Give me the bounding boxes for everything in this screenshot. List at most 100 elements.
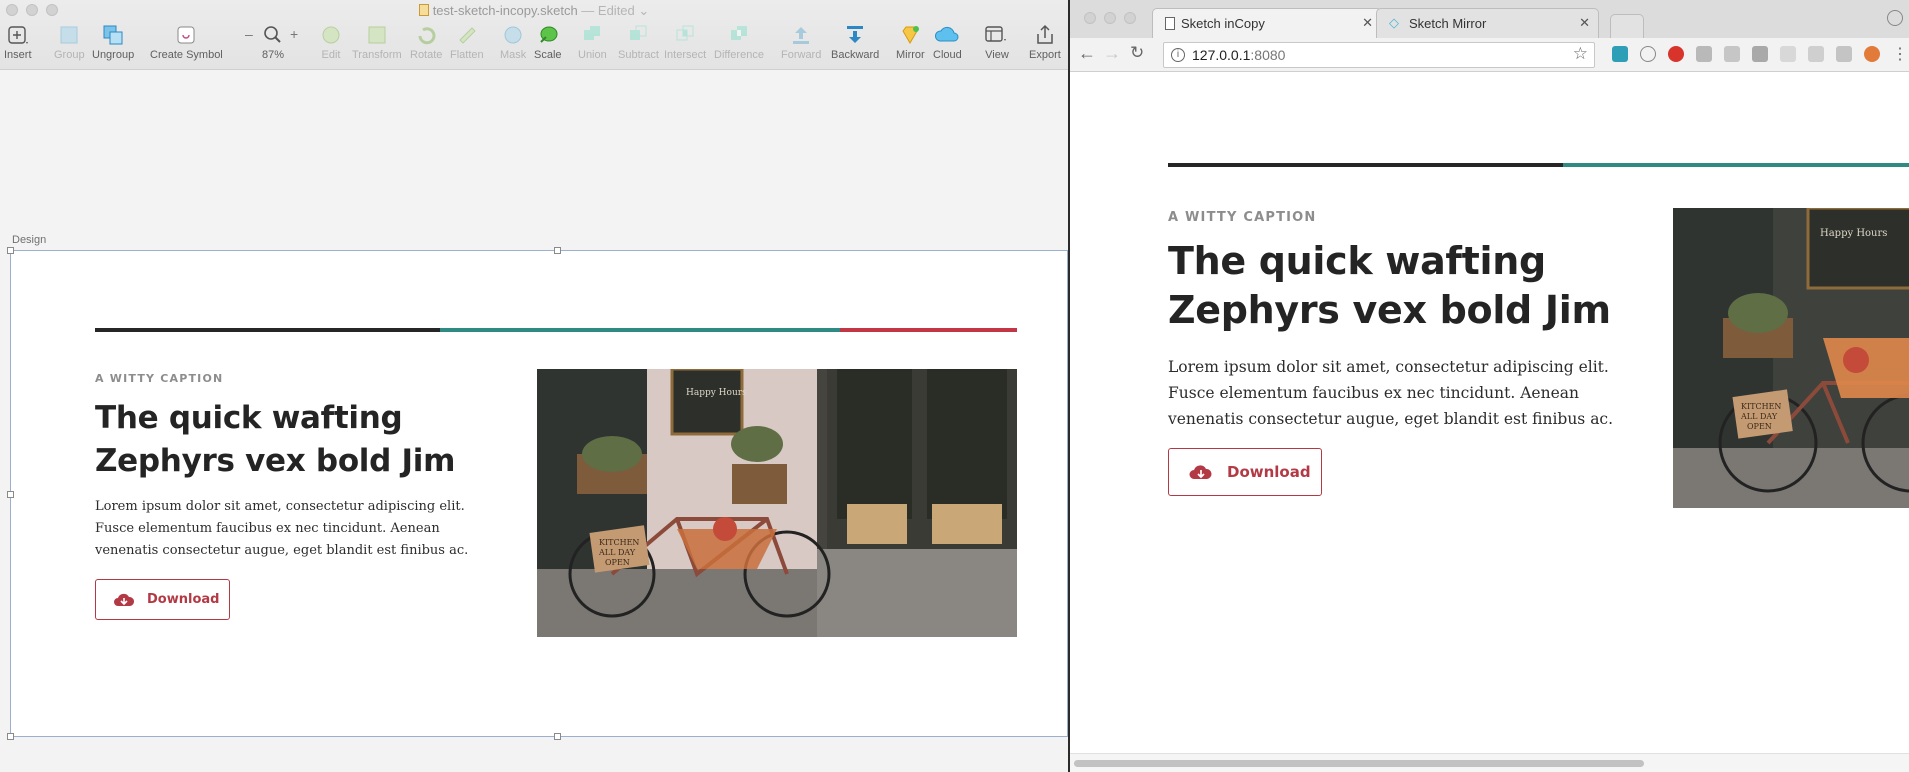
extension-camera-icon[interactable] (1696, 46, 1712, 62)
page-viewport: A WITTY CAPTION The quick wafting Zephyr… (1070, 73, 1909, 753)
tab-label: Sketch Mirror (1409, 16, 1487, 31)
forward-icon[interactable]: → (1103, 43, 1121, 64)
mask-icon (500, 22, 526, 48)
download-button[interactable]: Download (1168, 448, 1322, 496)
scale-button[interactable]: Scale (534, 22, 562, 61)
backward-button[interactable]: Backward (831, 22, 879, 61)
minimize-window-button[interactable] (1104, 12, 1116, 24)
extension-window-icon[interactable] (1836, 46, 1852, 62)
intersect-button[interactable]: Intersect (664, 22, 706, 61)
chevron-down-icon[interactable]: ⌄ (638, 3, 649, 18)
rule-teal (440, 328, 840, 332)
view-icon (984, 22, 1010, 48)
artboard[interactable]: A WITTY CAPTION The quick wafting Zephyr… (7, 247, 1068, 740)
photo-sign-text: ALL DAY (1740, 412, 1778, 421)
rule-dark (1168, 163, 1563, 167)
resize-handle[interactable] (7, 733, 14, 740)
headline-line: Zephyrs vex bold Jim (1168, 288, 1611, 332)
extension-close-icon[interactable] (1864, 46, 1880, 62)
edit-button[interactable]: Edit (318, 22, 344, 61)
browser-toolbar: ← → ↻ i 127.0.0.1:8080 ☆ ⋮ (1070, 38, 1909, 72)
sketch-toolbar: test-sketch-incopy.sketch — Edited ⌄ Ins… (0, 0, 1068, 70)
body-line: venenatis consectetur augue, eget blandi… (1168, 410, 1614, 428)
browser-window: Sketch inCopy ✕ ◇ Sketch Mirror ✕ ← → ↻ … (1068, 0, 1909, 772)
new-tab-button[interactable] (1610, 14, 1644, 38)
extension-info-icon[interactable] (1640, 46, 1656, 62)
insert-icon (5, 22, 31, 48)
difference-button[interactable]: Difference (714, 22, 764, 61)
sketch-file-icon (418, 4, 429, 16)
hero-photo: Happy Hours KITCHEN ALL DAY OPEN (1673, 208, 1909, 508)
resize-handle[interactable] (554, 247, 561, 254)
forward-button[interactable]: Forward (781, 22, 821, 61)
bicycle-photo: Happy Hours KITCHEN ALL DAY OPEN (537, 369, 1017, 637)
back-icon[interactable]: ← (1078, 43, 1096, 64)
photo-sign-text: Happy Hours (1820, 228, 1887, 239)
insert-button[interactable]: Insert (4, 22, 32, 61)
flatten-icon (454, 22, 480, 48)
reload-icon[interactable]: ↻ (1130, 43, 1144, 63)
rotate-button[interactable]: Rotate (410, 22, 442, 61)
extension-adblock-icon[interactable] (1808, 46, 1824, 62)
extension-vue-icon[interactable] (1612, 46, 1628, 62)
zoom-window-button[interactable] (1124, 12, 1136, 24)
body-line: Fusce elementum faucibus ex nec tincidun… (95, 521, 440, 536)
transform-button[interactable]: Transform (352, 22, 402, 61)
extension-grid-icon[interactable] (1780, 46, 1796, 62)
extension-opera-icon[interactable] (1668, 46, 1684, 62)
tab-sketch-mirror[interactable]: ◇ Sketch Mirror ✕ (1376, 8, 1599, 38)
menu-icon[interactable]: ⋮ (1892, 44, 1908, 64)
rule-dark (95, 328, 440, 332)
extension-pen-icon[interactable] (1724, 46, 1740, 62)
profile-icon[interactable] (1887, 10, 1903, 26)
group-button[interactable]: Group (54, 22, 85, 61)
ungroup-button[interactable]: Ungroup (92, 22, 134, 61)
mirror-icon (897, 22, 923, 48)
extension-clipboard-icon[interactable] (1752, 46, 1768, 62)
create-symbol-button[interactable]: Create Symbol (150, 22, 223, 61)
close-tab-icon[interactable]: ✕ (1579, 15, 1590, 31)
diamond-icon: ◇ (1389, 15, 1399, 30)
view-button[interactable]: View (984, 22, 1010, 61)
download-button[interactable]: Download (95, 579, 230, 620)
address-bar[interactable]: i 127.0.0.1:8080 ☆ (1163, 42, 1595, 68)
tab-sketch-incopy[interactable]: Sketch inCopy ✕ (1152, 8, 1382, 38)
page-icon (1165, 17, 1175, 30)
union-button[interactable]: Union (578, 22, 607, 61)
backward-icon (842, 22, 868, 48)
headline-line: Zephyrs vex bold Jim (95, 443, 456, 479)
body-line: venenatis consectetur augue, eget blandi… (95, 543, 469, 558)
document-status: — Edited (581, 3, 635, 18)
body-line: Lorem ipsum dolor sit amet, consectetur … (95, 499, 465, 514)
mask-button[interactable]: Mask (500, 22, 526, 61)
resize-handle[interactable] (554, 733, 561, 740)
hero-photo: Happy Hours KITCHEN ALL DAY OPEN (537, 369, 1017, 637)
mirror-button[interactable]: Mirror (896, 22, 925, 61)
artboard-label[interactable]: Design (12, 234, 46, 246)
export-icon (1032, 22, 1058, 48)
flatten-button[interactable]: Flatten (450, 22, 484, 61)
cloud-button[interactable]: Cloud (933, 22, 962, 61)
close-tab-icon[interactable]: ✕ (1362, 15, 1373, 31)
rotate-icon (413, 22, 439, 48)
info-icon[interactable]: i (1171, 48, 1185, 62)
group-icon (56, 22, 82, 48)
scrollbar-thumb[interactable] (1074, 760, 1644, 767)
subtract-button[interactable]: Subtract (618, 22, 659, 61)
cloud-icon (934, 22, 960, 48)
resize-handle[interactable] (7, 247, 14, 254)
zoom-control[interactable]: – + 87% (243, 22, 303, 61)
horizontal-scrollbar[interactable] (1070, 753, 1909, 772)
tab-label: Sketch inCopy (1181, 16, 1265, 31)
url-port: :8080 (1250, 47, 1286, 63)
resize-handle[interactable] (7, 491, 14, 498)
difference-icon (726, 22, 752, 48)
cloud-download-icon (1189, 465, 1212, 479)
export-button[interactable]: Export (1029, 22, 1061, 61)
tab-strip: Sketch inCopy ✕ ◇ Sketch Mirror ✕ (1070, 0, 1909, 38)
bookmark-star-icon[interactable]: ☆ (1573, 44, 1588, 64)
headline: The quick wafting Zephyrs vex bold Jim (1168, 237, 1611, 335)
svg-text:+: + (290, 26, 298, 42)
close-window-button[interactable] (1084, 12, 1096, 24)
rule-teal (1563, 163, 1909, 167)
